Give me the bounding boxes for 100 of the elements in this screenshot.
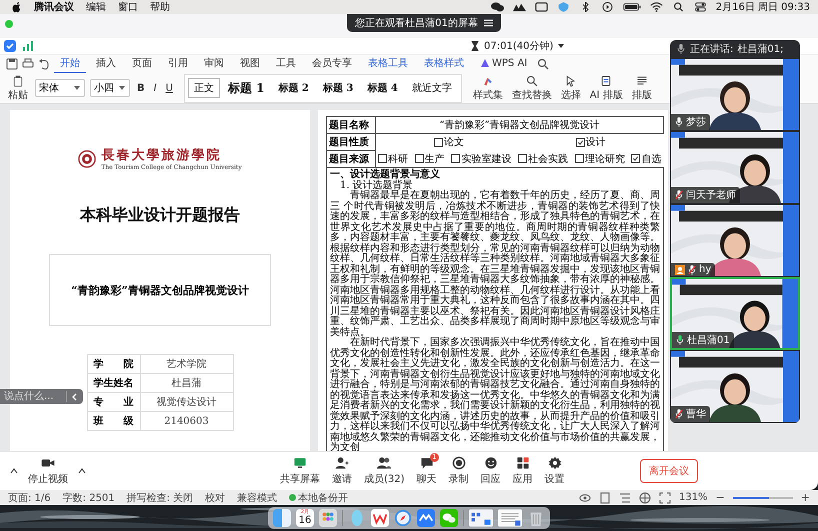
- window-thumbnail[interactable]: [469, 509, 493, 527]
- toolbar-button[interactable]: 设置: [540, 456, 569, 486]
- toolbar-button[interactable]: 共享屏幕: [276, 456, 324, 486]
- video-tile[interactable]: 杜昌蒲01: [670, 277, 800, 350]
- ribbon-tab[interactable]: 视图: [234, 54, 266, 74]
- style-option[interactable]: 标题 2: [272, 78, 315, 98]
- chat-bubbles-icon[interactable]: [490, 2, 504, 12]
- menu-icon[interactable]: [484, 19, 493, 27]
- zoom-out-button[interactable]: −: [716, 491, 725, 504]
- status-item[interactable]: 拼写检查: 关闭: [126, 490, 194, 504]
- checkbox[interactable]: [631, 154, 640, 163]
- video-tile[interactable]: hy: [670, 204, 800, 277]
- clock[interactable]: 2月16日 周日 09:33: [716, 0, 810, 14]
- video-tile[interactable]: 梦莎: [670, 58, 800, 131]
- status-dot: [289, 494, 296, 501]
- ribbon-tab[interactable]: 工具: [270, 54, 302, 74]
- stop-video-button[interactable]: 停止视频: [24, 456, 72, 486]
- control-center-icon[interactable]: [694, 2, 707, 12]
- apple-icon[interactable]: [12, 2, 22, 12]
- status-item[interactable]: 兼容模式: [237, 490, 278, 504]
- checkbox[interactable]: [378, 154, 387, 163]
- ribbon-tab[interactable]: 审阅: [198, 54, 230, 74]
- grid-icon[interactable]: [319, 509, 337, 527]
- toolbar-button[interactable]: 回应: [476, 456, 505, 486]
- microphone-icon: [676, 44, 686, 54]
- paste-button[interactable]: 粘贴: [6, 74, 30, 102]
- participant-name: 杜昌蒲01: [687, 334, 730, 347]
- letter-icon[interactable]: [371, 509, 389, 527]
- checkbox[interactable]: [518, 154, 528, 163]
- chevron-icon[interactable]: [71, 392, 79, 400]
- ribbon-tab[interactable]: 插入: [90, 54, 122, 74]
- undo-icon[interactable]: [38, 58, 50, 70]
- toolbar-button[interactable]: 成员(32): [360, 456, 409, 486]
- checkbox[interactable]: [434, 138, 443, 146]
- ribbon-tab[interactable]: 页面: [126, 54, 158, 74]
- format-button[interactable]: I: [152, 82, 159, 94]
- shield-check-icon[interactable]: [4, 40, 16, 52]
- caret-icon[interactable]: [557, 42, 566, 50]
- style-option[interactable]: 就近文字: [406, 78, 458, 98]
- checkbox[interactable]: [451, 154, 460, 163]
- mountain-icon[interactable]: [512, 2, 526, 12]
- video-tile[interactable]: 曹华: [670, 350, 800, 423]
- battery-icon[interactable]: [622, 2, 641, 12]
- checkbox[interactable]: [414, 154, 424, 163]
- ribbon-tab[interactable]: WPS AI: [474, 56, 534, 72]
- smiley-icon: [484, 456, 498, 470]
- ribbon-tool[interactable]: 排版: [630, 74, 654, 102]
- ribbon-tool[interactable]: 样式集: [470, 74, 505, 102]
- chat-input[interactable]: 说点什么...: [0, 389, 83, 404]
- toolbar-button[interactable]: 应用: [508, 456, 537, 486]
- style-option[interactable]: 标题 3: [316, 78, 360, 98]
- ribbon-tab[interactable]: 引用: [162, 54, 194, 74]
- leave-meeting-button[interactable]: 离开会议: [640, 459, 698, 483]
- format-button[interactable]: U: [164, 82, 175, 94]
- checkbox[interactable]: [574, 154, 584, 163]
- display-icon[interactable]: [534, 2, 548, 12]
- ribbon-tab[interactable]: 表格样式: [418, 54, 470, 74]
- search-icon[interactable]: [537, 58, 550, 70]
- caret-icon[interactable]: [10, 467, 18, 475]
- status-item[interactable]: 校对: [205, 490, 226, 504]
- printer-icon[interactable]: [22, 58, 34, 70]
- wifi-icon[interactable]: [650, 2, 663, 12]
- font-field[interactable]: 宋体: [35, 79, 85, 97]
- search-icon[interactable]: [672, 2, 685, 12]
- compass-icon[interactable]: [394, 509, 412, 527]
- format-button[interactable]: B: [135, 82, 147, 94]
- toolbar-button[interactable]: 邀请: [328, 456, 356, 486]
- style-option[interactable]: 标题 4: [361, 78, 404, 98]
- ribbon-tab[interactable]: 会员专享: [306, 54, 358, 74]
- outline-icon[interactable]: [618, 492, 631, 504]
- page-view-icon[interactable]: [598, 492, 611, 504]
- apps-icon: [516, 456, 530, 470]
- caret-icon[interactable]: [78, 467, 86, 475]
- globe-icon[interactable]: [638, 492, 651, 504]
- zoom-in-button[interactable]: +: [800, 491, 810, 504]
- ribbon-tool[interactable]: AI 排版: [588, 74, 625, 102]
- style-option[interactable]: 正文: [188, 78, 220, 98]
- ribbon-tab[interactable]: 表格工具: [362, 54, 414, 74]
- ribbon-tool[interactable]: 查找替换: [510, 74, 554, 102]
- status-item[interactable]: 本地备份开: [298, 490, 348, 504]
- ribbon-tool[interactable]: 选择: [558, 74, 583, 102]
- toolbar-button[interactable]: 录制: [444, 456, 473, 486]
- eye-icon[interactable]: [578, 492, 591, 504]
- video-tile[interactable]: 闫天予老师: [670, 131, 800, 204]
- fit-icon[interactable]: [658, 492, 671, 504]
- clipboard-icon: [12, 74, 24, 86]
- app-menu[interactable]: 腾讯会议: [34, 0, 74, 14]
- status-item[interactable]: 页面: 1/6: [8, 490, 51, 504]
- font-size-field[interactable]: 小四: [90, 79, 130, 97]
- checkbox[interactable]: [576, 138, 585, 146]
- table-cell: “青韵豫彩”青铜器文创品牌视觉设计: [376, 116, 664, 134]
- save-icon[interactable]: [6, 58, 18, 70]
- menu-item[interactable]: 帮助: [150, 0, 170, 14]
- window-thumbnail[interactable]: [498, 509, 522, 527]
- style-option[interactable]: 标题 1: [222, 76, 270, 100]
- play-icon[interactable]: [600, 2, 614, 12]
- menu-item[interactable]: 编辑: [86, 0, 106, 14]
- cursor-icon: [564, 74, 577, 86]
- status-item[interactable]: 字数: 2501: [62, 490, 115, 504]
- menu-item[interactable]: 窗口: [118, 0, 138, 14]
